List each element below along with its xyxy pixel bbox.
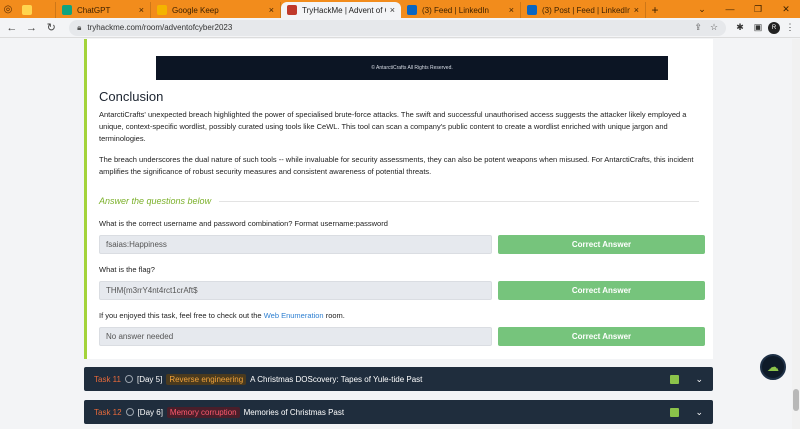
sidepanel-icon[interactable]: ▣ xyxy=(750,20,766,36)
tab-linkedin-post[interactable]: (3) Post | Feed | LinkedIn × xyxy=(521,2,646,18)
task-day: [Day 5] xyxy=(136,374,163,384)
lock-icon: 🔒︎ xyxy=(77,22,82,32)
close-icon[interactable]: × xyxy=(634,5,639,15)
tab-label: (3) Feed | LinkedIn xyxy=(422,5,490,15)
forward-arrow-icon[interactable]: → xyxy=(24,20,40,36)
conclusion-paragraph-2: The breach underscores the dual nature o… xyxy=(99,155,694,176)
conclusion-heading: Conclusion xyxy=(99,89,164,104)
document-icon[interactable] xyxy=(670,407,680,417)
task-content-card: © AntarctiCrafts All Rights Reserved. Co… xyxy=(84,39,713,359)
address-bar[interactable]: 🔒︎ tryhackme.com/room/adventofcyber2023 … xyxy=(69,19,727,36)
back-arrow-icon[interactable]: ← xyxy=(4,20,20,36)
footer-banner-image: © AntarctiCrafts All Rights Reserved. xyxy=(156,56,668,80)
task-header-11[interactable]: Task 11 [Day 5] Reverse engineering A Ch… xyxy=(84,367,713,391)
close-icon[interactable]: × xyxy=(390,5,395,15)
share-icon[interactable]: ⇪ xyxy=(694,22,702,33)
tab-search-icon[interactable]: ◎ xyxy=(0,0,16,18)
page-content: © AntarctiCrafts All Rights Reserved. Co… xyxy=(0,39,800,429)
conclusion-paragraph-1: AntarctiCrafts' unexpected breach highli… xyxy=(99,110,687,143)
chevron-down-icon[interactable]: ⌄ xyxy=(695,374,703,385)
new-tab-button[interactable]: + xyxy=(646,2,664,18)
tryhackme-icon xyxy=(287,5,297,15)
avatar[interactable]: R xyxy=(768,21,781,34)
tab-label: ChatGPT xyxy=(77,5,111,15)
close-icon[interactable]: × xyxy=(509,5,514,15)
minimize-icon[interactable]: — xyxy=(716,0,744,18)
question-3: If you enjoyed this task, feel free to c… xyxy=(99,311,345,320)
divider xyxy=(219,200,699,202)
task-tag: Reverse engineering xyxy=(166,373,247,385)
document-icon[interactable] xyxy=(670,374,680,384)
question-3-suffix: room. xyxy=(325,311,345,320)
linkedin-icon xyxy=(527,5,537,15)
browser-toolbar: ← → ↻ 🔒︎ tryhackme.com/room/adventofcybe… xyxy=(0,18,800,38)
reload-icon[interactable]: ↻ xyxy=(43,20,59,36)
question-3-prefix: If you enjoyed this task, feel free to c… xyxy=(99,311,262,320)
chat-bot-button[interactable]: ☁ xyxy=(760,354,786,380)
answer-field-3[interactable]: No answer needed xyxy=(99,327,492,346)
tab-label: (3) Post | Feed | LinkedIn xyxy=(542,5,630,15)
chatgpt-icon xyxy=(62,5,72,15)
chevron-down-icon[interactable]: ⌄ xyxy=(688,0,716,18)
status-circle-icon xyxy=(125,408,134,416)
tab-strip: ◎ ChatGPT × Google Keep × TryHackMe | Ad… xyxy=(0,0,800,18)
correct-answer-button-3[interactable]: Correct Answer xyxy=(498,327,705,346)
tab-google-keep[interactable]: Google Keep × xyxy=(151,2,281,18)
lightbulb-icon xyxy=(22,5,32,15)
task-header-12[interactable]: Task 12 [Day 6] Memory corruption Memori… xyxy=(84,400,713,424)
question-2: What is the flag? xyxy=(99,265,155,274)
web-enumeration-link[interactable]: Web Enumeration xyxy=(264,311,324,320)
tab-linkedin-feed[interactable]: (3) Feed | LinkedIn × xyxy=(401,2,521,18)
extensions-icon[interactable]: ✱ xyxy=(732,20,748,36)
tab-label: Google Keep xyxy=(172,5,219,15)
task-title: A Christmas DOScovery: Tapes of Yule-tid… xyxy=(250,374,423,384)
answer-field-1[interactable]: fsaias:Happiness xyxy=(99,235,492,254)
tab-tryhackme[interactable]: TryHackMe | Advent of Cyber 2023 × xyxy=(281,2,401,18)
maximize-icon[interactable]: ❐ xyxy=(744,0,772,18)
tab-pinned[interactable] xyxy=(16,2,56,18)
status-circle-icon xyxy=(124,375,133,383)
page-scrollbar[interactable] xyxy=(792,39,800,429)
answers-heading-text: Answer the questions below xyxy=(99,196,212,206)
question-1: What is the correct username and passwor… xyxy=(99,219,388,228)
correct-answer-button-1[interactable]: Correct Answer xyxy=(498,235,705,254)
answer-field-2[interactable]: THM{m3rrY4nt4rct1crAft$ xyxy=(99,281,492,300)
task-number: Task 11 xyxy=(94,374,121,384)
star-icon[interactable]: ☆ xyxy=(710,22,718,33)
tab-chatgpt[interactable]: ChatGPT × xyxy=(56,2,151,18)
linkedin-icon xyxy=(407,5,417,15)
close-icon[interactable]: × xyxy=(139,5,144,15)
tab-label: TryHackMe | Advent of Cyber 2023 xyxy=(302,5,386,15)
window-controls: ⌄ — ❐ ✕ xyxy=(688,0,800,18)
close-icon[interactable]: × xyxy=(269,5,274,15)
menu-icon[interactable]: ⋮ xyxy=(782,20,798,36)
task-title: Memories of Christmas Past xyxy=(243,407,345,417)
task-number: Task 12 xyxy=(94,407,122,417)
task-day: [Day 6] xyxy=(137,407,163,417)
answers-section-heading: Answer the questions below xyxy=(99,196,699,206)
task-tag: Memory corruption xyxy=(166,406,240,418)
url-text: tryhackme.com/room/adventofcyber2023 xyxy=(87,23,233,32)
correct-answer-button-2[interactable]: Correct Answer xyxy=(498,281,705,300)
keep-icon xyxy=(157,5,167,15)
scrollbar-thumb[interactable] xyxy=(793,389,799,411)
chevron-down-icon[interactable]: ⌄ xyxy=(695,407,703,418)
close-window-icon[interactable]: ✕ xyxy=(772,0,800,18)
